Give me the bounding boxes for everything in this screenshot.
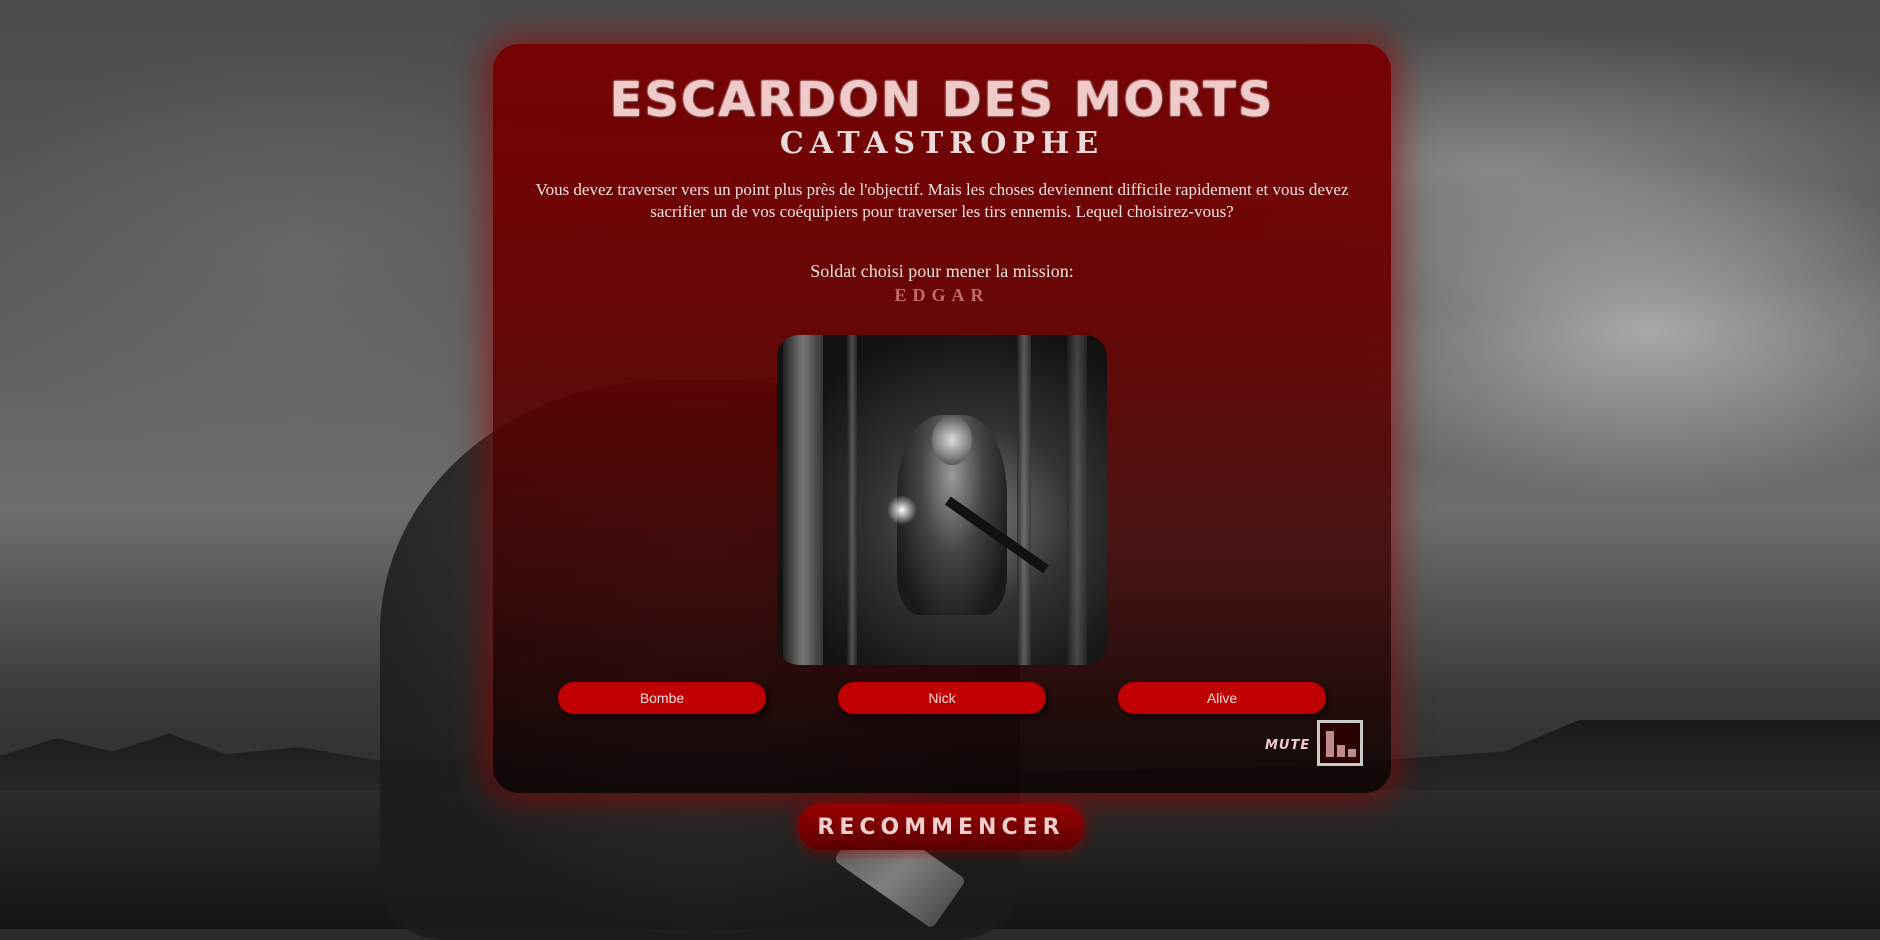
soldier-photo [777, 335, 1107, 665]
photo-soldier-head [932, 415, 972, 465]
chosen-soldier-label: Soldat choisi pour mener la mission: [810, 261, 1074, 281]
choice-button-alive[interactable]: Alive [1118, 682, 1326, 714]
photo-tree-trunk [1067, 335, 1087, 665]
choice-button-bombe[interactable]: Bombe [558, 682, 766, 714]
photo-tree-trunk [783, 335, 823, 665]
mute-label: MUTE [1265, 738, 1311, 753]
photo-tree-trunk [1017, 335, 1031, 665]
game-title: ESCARDON DES MORTS [609, 72, 1275, 128]
game-panel: ESCARDON DES MORTS CATASTROPHE Vous deve… [493, 44, 1391, 793]
photo-light-glow [887, 495, 917, 525]
photo-tree-trunk [847, 335, 857, 665]
choice-button-nick[interactable]: Nick [838, 682, 1046, 714]
mute-button[interactable] [1317, 720, 1363, 766]
restart-button[interactable]: RECOMMENCER [798, 804, 1084, 850]
chosen-soldier-name: EDGAR [894, 285, 990, 305]
story-text: Vous devez traverser vers un point plus … [535, 180, 1349, 221]
game-subtitle: CATASTROPHE [779, 126, 1105, 161]
